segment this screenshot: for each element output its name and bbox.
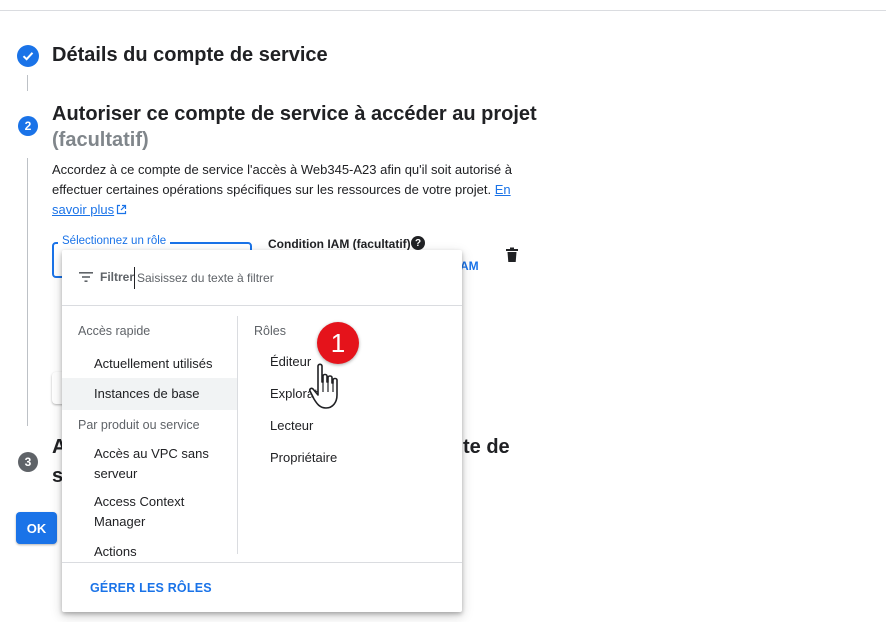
add-iam-condition-button[interactable]: AM: [460, 259, 479, 273]
role-select-label: Sélectionnez un rôle: [58, 235, 171, 247]
role-item-viewer[interactable]: Lecteur: [270, 418, 313, 433]
role-dropdown-panel: Filtrer Accès rapide Actuellement utilis…: [62, 250, 462, 612]
step1-title[interactable]: Détails du compte de service: [52, 44, 328, 67]
trash-icon[interactable]: [505, 247, 519, 268]
step-connector-2: [27, 158, 28, 426]
category-item-access-context-manager[interactable]: Access Context Manager: [62, 492, 237, 532]
filter-label: Filtrer: [100, 270, 135, 284]
manage-roles-button[interactable]: GÉRER LES RÔLES: [90, 581, 212, 595]
step3-title-tail[interactable]: te de: [463, 436, 510, 459]
step-connector-1: [27, 75, 28, 91]
quick-access-header: Accès rapide: [78, 324, 151, 338]
category-item-currently-used[interactable]: Actuellement utilisés: [62, 350, 237, 378]
external-link-icon: [117, 204, 127, 215]
filter-icon: [79, 272, 93, 282]
category-item-basic[interactable]: Instances de base: [62, 378, 237, 410]
ok-button[interactable]: OK: [16, 512, 57, 544]
by-product-header: Par produit ou service: [78, 418, 200, 432]
check-circle-icon: [17, 45, 39, 67]
roles-header: Rôles: [254, 324, 286, 338]
step2-optional-label: (facultatif): [52, 129, 149, 151]
iam-condition-label: Condition IAM (facultatif): [268, 237, 411, 251]
filter-row: Filtrer: [62, 250, 462, 306]
step2-title[interactable]: Autoriser ce compte de service à accéder…: [52, 100, 537, 128]
role-item-editor[interactable]: Éditeur: [270, 354, 311, 369]
top-divider: [0, 10, 886, 11]
step2-description: Accordez à ce compte de service l'accès …: [52, 160, 522, 220]
step-annotation-badge: 1: [317, 322, 359, 364]
step2-number: 2: [18, 116, 38, 136]
filter-input[interactable]: [134, 267, 434, 289]
role-item-owner[interactable]: Propriétaire: [270, 450, 337, 465]
category-item-vpc-access[interactable]: Accès au VPC sans serveur: [62, 444, 237, 484]
step3-number: 3: [18, 452, 38, 472]
category-item-actions[interactable]: Actions: [62, 542, 237, 556]
footer-divider: [62, 562, 462, 563]
hand-pointer-icon: [308, 363, 338, 409]
category-list: Accès rapide Actuellement utilisés Insta…: [62, 316, 237, 556]
help-icon[interactable]: ?: [411, 236, 425, 250]
step2-description-text: Accordez à ce compte de service l'accès …: [52, 162, 512, 197]
